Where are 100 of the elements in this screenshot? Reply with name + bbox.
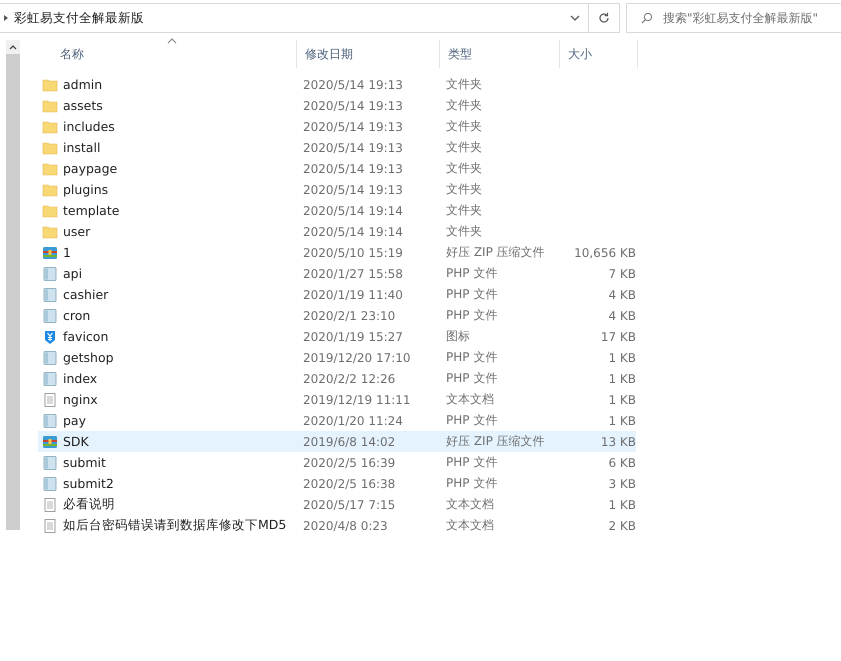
chevron-down-icon [570,15,580,21]
text-file-icon [42,496,58,512]
size-cell-text: 17 KB [600,330,636,344]
type-cell-text: 文件夹 [445,76,483,93]
date-cell-text: 2020/5/14 19:13 [302,98,404,112]
file-name: template [63,203,120,218]
file-name: assets [63,98,103,113]
script-file-icon [42,350,58,366]
date-cell-text: 2020/2/5 16:39 [302,456,396,470]
type-cell-text: 文件夹 [445,160,483,177]
file-name: cron [63,308,90,323]
size-cell-text: 4 KB [607,308,636,322]
size-cell-text: 10,656 KB [573,246,636,260]
chevron-up-icon [9,44,17,50]
size-cell-text: 1 KB [607,414,636,428]
file-row[interactable]: cron 2020/2/1 23:10 PHP 文件 4 KB [38,305,636,326]
file-row[interactable]: favicon 2020/1/19 15:27 图标 17 KB [38,326,636,347]
file-row[interactable]: assets 2020/5/14 19:13 文件夹 [38,95,636,116]
type-cell-text: 文件夹 [445,202,483,219]
file-row[interactable]: cashier 2020/1/19 11:40 PHP 文件 4 KB [38,284,636,305]
type-cell-text: 文件夹 [445,118,483,135]
file-row[interactable]: admin 2020/5/14 19:13 文件夹 [38,74,636,95]
date-cell-text: 2020/5/17 7:15 [302,498,396,512]
folder-icon [42,202,58,218]
type-cell-text: PHP 文件 [445,412,498,429]
text-file-icon [42,392,58,408]
file-name: submit [63,455,106,470]
date-cell-text: 2020/2/2 12:26 [302,372,396,386]
address-bar[interactable]: 彩虹易支付全解最新版 [0,3,620,33]
file-row[interactable]: 1 2020/5/10 15:19 好压 ZIP 压缩文件 10,656 KB [38,242,636,263]
file-name: pay [63,413,86,428]
file-row[interactable]: pay 2020/1/20 11:24 PHP 文件 1 KB [38,410,636,431]
date-cell-text: 2020/1/19 15:27 [302,330,404,344]
date-cell-text: 2020/5/14 19:14 [302,224,404,238]
column-header[interactable]: 类型 [440,40,560,68]
file-row[interactable]: includes 2020/5/14 19:13 文件夹 [38,116,636,137]
file-row[interactable]: install 2020/5/14 19:13 文件夹 [38,137,636,158]
breadcrumb-folder[interactable]: 彩虹易支付全解最新版 [14,10,562,26]
type-cell-text: 好压 ZIP 压缩文件 [445,433,546,450]
date-cell-text: 2019/6/8 14:02 [302,434,396,448]
file-row[interactable]: plugins 2020/5/14 19:13 文件夹 [38,179,636,200]
file-row[interactable]: submit 2020/2/5 16:39 PHP 文件 6 KB [38,452,636,473]
folder-icon [42,98,58,114]
search-icon [641,12,653,24]
file-row[interactable]: 必看说明 2020/5/17 7:15 文本文档 1 KB [38,494,636,515]
type-cell-text: PHP 文件 [445,475,498,492]
size-cell-text: 4 KB [607,288,636,302]
file-name: api [63,266,82,281]
file-name: includes [63,119,115,134]
type-cell-text: PHP 文件 [445,286,498,303]
column-header[interactable]: 大小 [560,40,638,68]
file-row[interactable]: SDK 2019/6/8 14:02 好压 ZIP 压缩文件 13 KB [38,431,636,452]
date-cell-text: 2020/2/1 23:10 [302,308,396,322]
scroll-up-button[interactable] [6,40,20,54]
file-row[interactable]: template 2020/5/14 19:14 文件夹 [38,200,636,221]
file-name: getshop [63,350,114,365]
size-cell-text: 6 KB [607,456,636,470]
file-name: admin [63,77,102,92]
date-cell-text: 2020/2/5 16:38 [302,476,396,490]
file-row[interactable]: paypage 2020/5/14 19:13 文件夹 [38,158,636,179]
folder-icon [42,160,58,176]
script-file-icon [42,370,58,386]
size-cell-text: 1 KB [607,372,636,386]
file-row[interactable]: getshop 2019/12/20 17:10 PHP 文件 1 KB [38,347,636,368]
type-cell-text: 文本文档 [445,496,495,513]
file-row[interactable]: nginx 2019/12/19 11:11 文本文档 1 KB [38,389,636,410]
chevron-right-icon [2,14,10,22]
type-cell-text: 好压 ZIP 压缩文件 [445,244,546,261]
file-row[interactable]: index 2020/2/2 12:26 PHP 文件 1 KB [38,368,636,389]
folder-icon [42,118,58,134]
type-cell-text: 文件夹 [445,223,483,240]
date-cell-text: 2020/5/14 19:14 [302,204,404,218]
yen-badge-icon [42,328,58,344]
type-cell-text: 文件夹 [445,139,483,156]
column-header[interactable]: 修改日期 [297,40,440,68]
folder-icon [42,140,58,156]
file-row[interactable]: api 2020/1/27 15:58 PHP 文件 7 KB [38,263,636,284]
size-cell-text: 1 KB [607,392,636,406]
size-cell-text: 7 KB [607,266,636,280]
refresh-icon [598,12,610,24]
script-file-icon [42,286,58,302]
date-cell-text: 2020/1/20 11:24 [302,414,404,428]
search-box[interactable]: 搜索"彩虹易支付全解最新版" [626,3,841,33]
file-row[interactable]: submit2 2020/2/5 16:38 PHP 文件 3 KB [38,473,636,494]
date-cell-text: 2020/5/14 19:13 [302,78,404,92]
scrollbar[interactable] [6,40,20,530]
column-header[interactable]: 名称 [38,40,297,68]
script-file-icon [42,308,58,324]
file-name: nginx [63,392,98,407]
date-cell-text: 2020/5/10 15:19 [302,246,404,260]
file-name: favicon [63,329,108,344]
size-cell-text: 1 KB [607,350,636,364]
date-cell-text: 2020/5/14 19:13 [302,162,404,176]
type-cell-text: 文本文档 [445,517,495,534]
date-cell-text: 2020/4/8 0:23 [302,518,389,532]
file-row[interactable]: user 2020/5/14 19:14 文件夹 [38,221,636,242]
file-row[interactable]: 如后台密码错误请到数据库修改下MD5 2020/4/8 0:23 文本文档 2 KB [38,515,636,536]
date-cell-text: 2020/1/27 15:58 [302,266,404,280]
file-name: user [63,224,90,239]
script-file-icon [42,266,58,282]
